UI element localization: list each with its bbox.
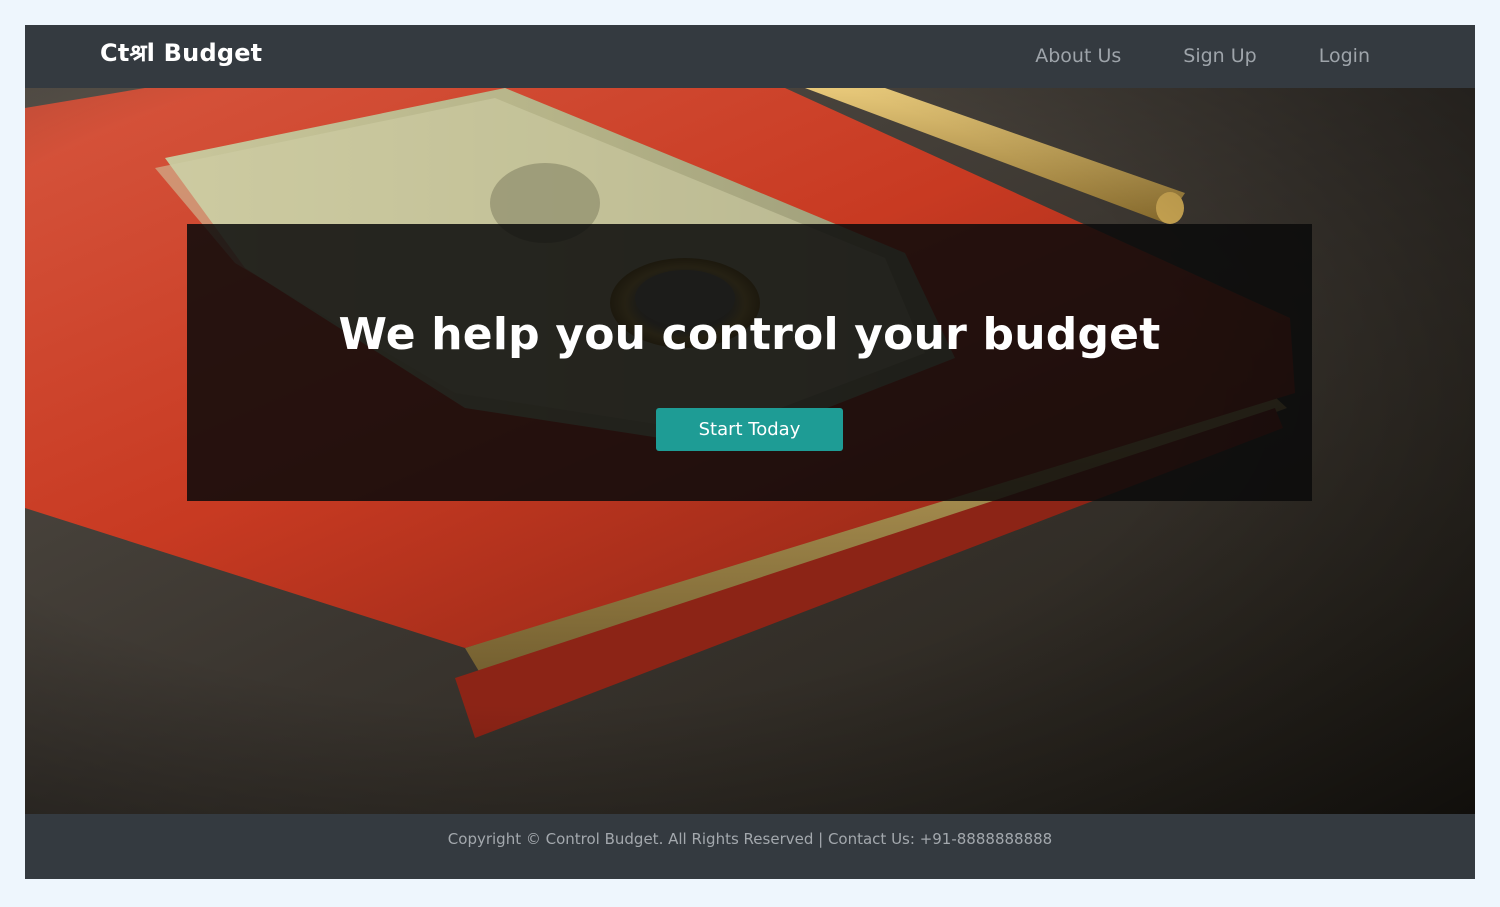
hero-overlay-box: We help you control your budget Start To…: [187, 224, 1312, 501]
nav-link-sign-up[interactable]: Sign Up: [1183, 28, 1256, 85]
brand-logo[interactable]: Ctश्रl Budget: [100, 25, 262, 88]
hero-section: We help you control your budget Start To…: [25, 88, 1475, 814]
footer-copyright-text: Copyright © Control Budget. All Rights R…: [447, 830, 1053, 848]
navbar: Ctश्रl Budget About Us Sign Up Login: [25, 25, 1475, 88]
nav-links: About Us Sign Up Login: [1035, 25, 1370, 88]
hero-title: We help you control your budget: [338, 309, 1161, 360]
nav-link-about-us[interactable]: About Us: [1035, 28, 1121, 85]
start-today-button[interactable]: Start Today: [656, 408, 843, 451]
app-window: Ctश्रl Budget About Us Sign Up Login We …: [25, 25, 1475, 879]
footer: Copyright © Control Budget. All Rights R…: [25, 814, 1475, 879]
nav-link-login[interactable]: Login: [1319, 28, 1370, 85]
